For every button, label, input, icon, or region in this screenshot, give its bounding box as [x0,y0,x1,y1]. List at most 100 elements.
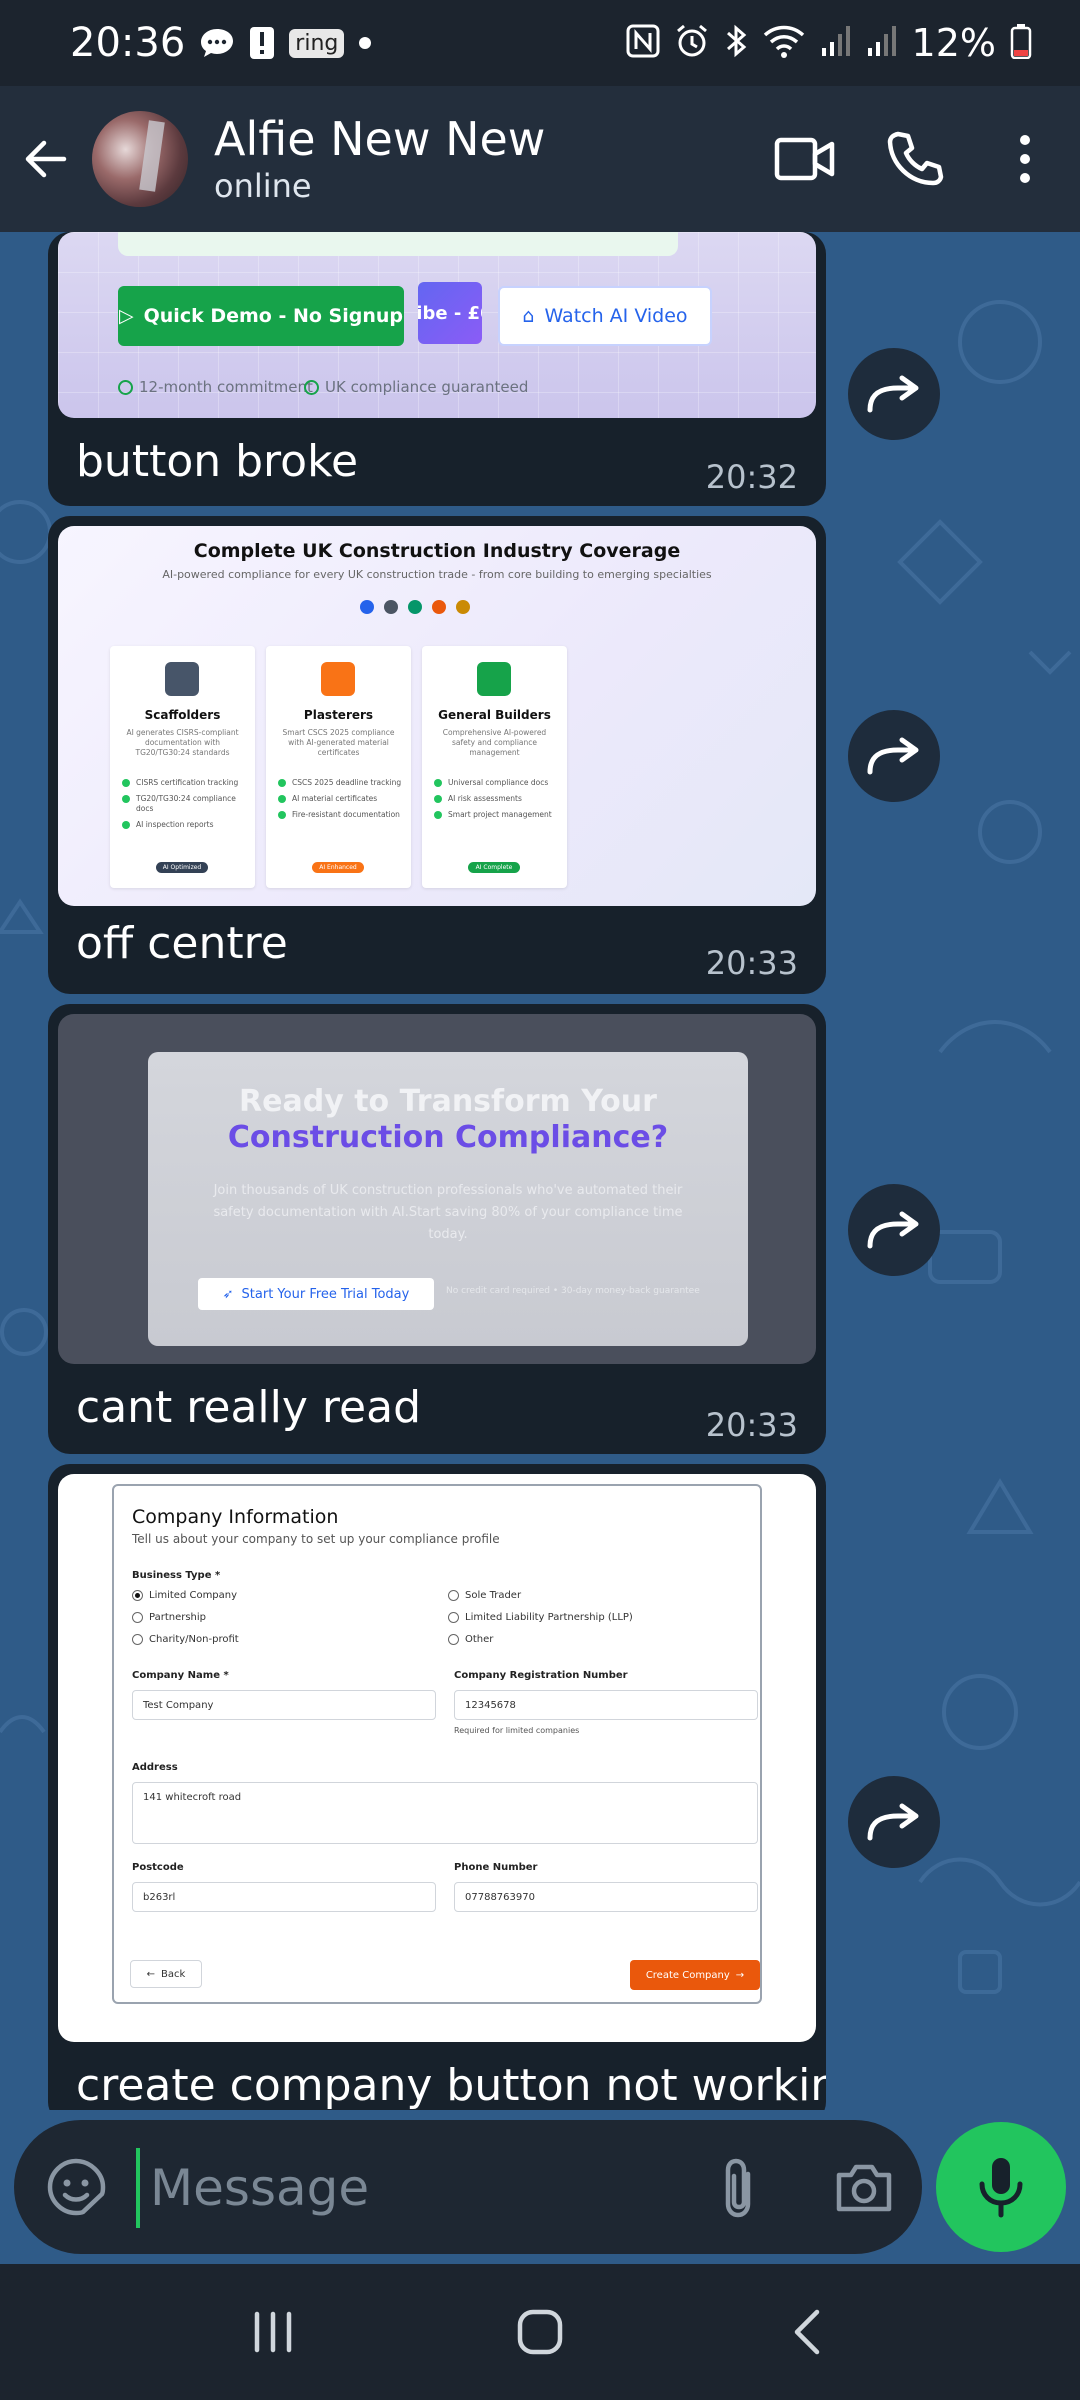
avatar[interactable] [92,111,188,207]
chat-title: Alfie New New [214,112,546,166]
message-bubble[interactable]: Complete UK Construction Industry Covera… [48,516,826,994]
sticker-icon[interactable] [42,2153,110,2221]
watch-video-button: ⌂ Watch AI Video [498,286,712,346]
radio-icon [132,1634,143,1645]
arrow-left-icon: ← [146,1968,156,1980]
recent-apps-icon[interactable] [218,2277,328,2387]
free-trial-button: ➶ Start Your Free Trial Today [198,1278,434,1310]
subscribe-button: ribe - £0 [418,282,482,344]
radio-option: Sole Trader [448,1590,521,1601]
message-image[interactable]: Complete UK Construction Industry Covera… [58,526,816,906]
message-caption: cant really read [76,1382,421,1433]
message-time: 20:32 [705,458,798,496]
trade-card: Plasterers Smart CSCS 2025 compliance wi… [266,646,411,888]
video-call-icon[interactable] [750,104,860,214]
card-feature: TG20/TG30:24 compliance docs [122,794,247,814]
card-title: Plasterers [303,708,374,722]
card-badge: AI Complete [468,862,520,873]
radio-icon [448,1590,459,1601]
form-subtitle: Tell us about your company to set up you… [132,1532,500,1546]
forward-icon[interactable] [848,348,940,440]
coverage-title: Complete UK Construction Industry Covera… [193,540,681,562]
rocket-icon: ➶ [222,1286,234,1302]
cta-paragraph: Join thousands of UK construction profes… [213,1183,683,1242]
home-icon[interactable] [485,2277,595,2387]
trade-card: General Builders Comprehensive AI-powere… [422,646,567,888]
card-feature: AI risk assessments [434,794,559,804]
robot-icon: ⌂ [522,305,535,327]
signal-icon [820,24,852,62]
card-title: General Builders [438,708,551,722]
postcode-field: b263rl [132,1882,436,1912]
message-bubble[interactable]: Ready to Transform Your Construction Com… [48,1004,826,1454]
feature-item: UK compliance guaranteed [304,378,528,396]
paperclip-icon[interactable] [702,2148,774,2228]
hammer-icon [477,662,511,696]
cta-note: No credit card required • 30-day money-b… [446,1286,700,1296]
forward-icon[interactable] [848,1184,940,1276]
company-form: Company Information Tell us about your c… [112,1484,762,2004]
feature-item: 12-month commitment [118,378,313,396]
phone-icon[interactable] [860,104,970,214]
radio-icon [448,1612,459,1623]
radio-icon [448,1634,459,1645]
create-company-button: Create Company → [630,1960,760,1990]
chat-header: Alfie New New online [0,86,1080,232]
message-image[interactable]: Company Information Tell us about your c… [58,1474,816,2042]
message-bubble[interactable]: ▷ Quick Demo - No Signup ribe - £0 ⌂ Wat… [48,232,826,506]
reg-number-label: Company Registration Number [454,1670,628,1681]
cta-heading-line2: Construction Compliance? [227,1120,669,1155]
plaster-icon [321,662,355,696]
more-vertical-icon[interactable] [970,104,1080,214]
back-icon[interactable] [752,2277,862,2387]
radio-option: Partnership [132,1612,206,1623]
forward-icon[interactable] [848,1776,940,1868]
alert-icon [249,26,275,60]
chat-area[interactable]: ▷ Quick Demo - No Signup ribe - £0 ⌂ Wat… [0,232,1080,2110]
status-bar: 20:36 ring 12% [0,0,1080,86]
card-title: Scaffolders [144,708,221,722]
forward-icon[interactable] [848,710,940,802]
signal-icon [866,24,898,62]
card-desc: Smart CSCS 2025 compliance with AI-gener… [282,728,395,757]
card-badge: AI Enhanced [312,862,364,873]
back-arrow-icon[interactable] [0,86,92,232]
alarm-icon [674,23,710,63]
carousel-dot [408,600,422,614]
form-title: Company Information [132,1506,339,1528]
coverage-subtitle: AI-powered compliance for every UK const… [162,568,712,581]
phone-field: 07788763970 [454,1882,758,1912]
camera-icon[interactable] [824,2148,904,2228]
message-caption: off centre [76,918,288,969]
battery-percentage: 12% [911,21,996,65]
message-image[interactable]: Ready to Transform Your Construction Com… [58,1014,816,1364]
quick-demo-button: ▷ Quick Demo - No Signup [118,286,404,346]
company-name-label: Company Name * [132,1670,229,1681]
radio-icon [132,1612,143,1623]
message-image[interactable]: ▷ Quick Demo - No Signup ribe - £0 ⌂ Wat… [58,232,816,418]
ring-icon: ring [289,28,345,58]
radio-option: Charity/Non-profit [132,1634,239,1645]
card-feature: Smart project management [434,810,559,820]
scaffold-icon [165,662,199,696]
microphone-icon[interactable] [936,2122,1066,2252]
message-input[interactable] [136,2148,696,2228]
message-time: 20:33 [705,1406,798,1444]
radio-option: Limited Liability Partnership (LLP) [448,1612,633,1623]
card-desc: Comprehensive AI-powered safety and comp… [442,728,547,757]
chat-bubble-icon [199,27,235,59]
dot-icon [358,36,372,50]
message-caption: button broke [76,436,359,487]
reg-number-hint: Required for limited companies [454,1726,580,1735]
status-time: 20:36 [70,20,186,66]
play-icon: ▷ [119,305,134,327]
wifi-icon [762,23,806,63]
chat-title-block[interactable]: Alfie New New online [214,112,545,206]
trade-card: Scaffolders AI generates CISRS-compliant… [110,646,255,888]
system-nav-bar [0,2264,1080,2400]
carousel-dot [360,600,374,614]
address-label: Address [132,1762,178,1773]
composer-pill [14,2120,922,2254]
card-feature: Universal compliance docs [434,778,559,788]
message-bubble[interactable]: Company Information Tell us about your c… [48,1464,826,2110]
